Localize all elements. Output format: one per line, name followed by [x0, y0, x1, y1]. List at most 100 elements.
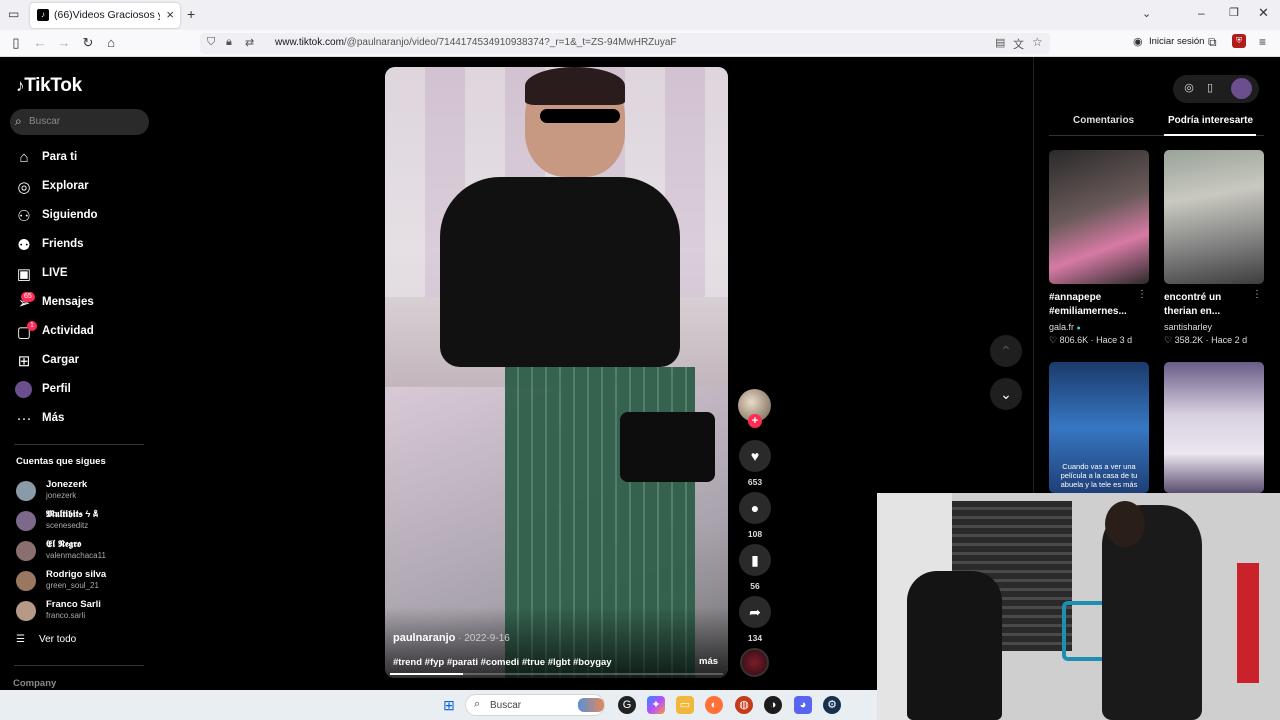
- file-explorer-icon[interactable]: ▭: [676, 696, 694, 714]
- copilot-icon[interactable]: ✦: [647, 696, 665, 714]
- comment-action[interactable]: ● 108: [738, 492, 772, 539]
- sidebar-item-explorar[interactable]: ◎ Explorar: [15, 177, 155, 199]
- following-account-item[interactable]: Franco Sarli franco.sarli: [16, 599, 156, 625]
- card-author[interactable]: gala.fr: [1049, 322, 1074, 332]
- forward-button[interactable]: →: [56, 35, 72, 50]
- like-count: 653: [747, 477, 763, 487]
- like-action[interactable]: ♥ 653: [738, 440, 772, 487]
- sidebar-item-live[interactable]: ▣ LIVE: [15, 264, 155, 286]
- profile-icon: [15, 381, 32, 398]
- ublock-extension-icon[interactable]: ⛨: [1232, 34, 1246, 48]
- card-options-icon[interactable]: ⋮: [1252, 289, 1262, 300]
- windows-start-icon[interactable]: ⊞: [440, 696, 458, 714]
- tracking-shield-icon[interactable]: ⛉: [207, 36, 215, 49]
- share-arrow-icon[interactable]: ➦: [739, 596, 771, 628]
- tab-close-icon[interactable]: ×: [166, 7, 174, 22]
- video-progress-bar[interactable]: [390, 673, 723, 675]
- previous-video-chevron-up-icon[interactable]: ⌃: [990, 335, 1022, 367]
- save-action[interactable]: ▮ 56: [738, 544, 772, 591]
- discord-icon[interactable]: ◕: [794, 696, 812, 714]
- lock-icon[interactable]: 🔒︎: [226, 36, 232, 49]
- reader-view-icon[interactable]: ▤: [995, 36, 1005, 49]
- tab-list-icon[interactable]: ▭: [8, 7, 19, 21]
- bookmark-icon[interactable]: ▮: [739, 544, 771, 576]
- see-all-button[interactable]: ☰ Ver todo: [16, 634, 76, 645]
- login-button[interactable]: Iniciar sesión: [1149, 36, 1204, 47]
- mobile-icon[interactable]: ▯: [1202, 81, 1218, 94]
- card-title-line1: encontré un: [1164, 292, 1222, 303]
- address-bar[interactable]: ⛉ 🔒︎ ⇄ www.tiktok.com/@paulnaranjo/video…: [200, 33, 1050, 54]
- new-tab-button[interactable]: +: [187, 6, 195, 22]
- account-handle: franco.sarli: [46, 611, 86, 620]
- window-close-button[interactable]: ✕: [1258, 5, 1269, 21]
- card-author[interactable]: santisharley: [1164, 322, 1264, 332]
- window-restore-button[interactable]: ❐: [1229, 6, 1239, 19]
- sidebar-item-mensajes[interactable]: ➢ 65 Mensajes: [15, 292, 155, 315]
- reload-button[interactable]: ↻: [80, 35, 96, 51]
- url-path: /@paulnaranjo/video/7144174534910938374?…: [343, 37, 677, 48]
- tiktok-logo[interactable]: ♪TikTok: [16, 75, 82, 97]
- video-author-name[interactable]: paulnaranjo: [393, 632, 455, 644]
- browser-nav-bar: ▯ ← → ↻ ⌂ ⛉ 🔒︎ ⇄ www.tiktok.com/@paulnar…: [0, 30, 1280, 57]
- recommended-video-card[interactable]: [1164, 362, 1264, 493]
- card-options-icon[interactable]: ⋮: [1137, 289, 1147, 300]
- next-video-chevron-down-icon[interactable]: ⌄: [990, 378, 1022, 410]
- tab-comentarios[interactable]: Comentarios: [1073, 115, 1134, 126]
- following-account-item[interactable]: Jonezerk jonezerk: [16, 479, 156, 505]
- following-account-item[interactable]: Rodrigo silva green_soul_21: [16, 569, 156, 595]
- music-disc-icon[interactable]: [740, 648, 769, 677]
- firefox-icon[interactable]: ◐: [705, 696, 723, 714]
- translate-icon[interactable]: 文: [1013, 36, 1024, 52]
- window-minimize-button[interactable]: –: [1198, 6, 1205, 20]
- bookmark-star-icon[interactable]: ☆: [1032, 35, 1043, 49]
- share-action[interactable]: ➦ 134: [738, 596, 772, 643]
- heart-icon[interactable]: ♥: [739, 440, 771, 472]
- follow-plus-button[interactable]: +: [748, 414, 762, 428]
- back-button[interactable]: ←: [32, 35, 48, 50]
- tab-overflow-chevron-icon[interactable]: ⌄: [1142, 7, 1151, 20]
- app-g-icon[interactable]: G: [618, 696, 636, 714]
- compass-icon: ◎: [17, 179, 31, 196]
- video-thumbnail[interactable]: [1164, 150, 1264, 284]
- home-button[interactable]: ⌂: [103, 35, 119, 50]
- extensions-icon[interactable]: ⧉: [1208, 35, 1217, 50]
- steam-icon[interactable]: ⚙: [823, 696, 841, 714]
- taskbar-search[interactable]: ⌕ Buscar: [465, 694, 605, 716]
- recommended-video-card[interactable]: Cuando vas a ver una película a la casa …: [1049, 362, 1149, 493]
- recommended-video-card[interactable]: encontré un therian en... santisharley ♡…: [1164, 150, 1264, 346]
- video-thumbnail[interactable]: Cuando vas a ver una película a la casa …: [1049, 362, 1149, 493]
- compass-tool-icon[interactable]: ◎: [1181, 81, 1197, 94]
- following-account-item[interactable]: 𝕰𝖑 𝕹𝖊𝖌𝖗𝖔 valenmachaca11: [16, 539, 156, 565]
- video-hashtags[interactable]: #trend #fyp #parati #comedi #true #lgbt …: [393, 657, 683, 668]
- video-thumbnail[interactable]: [1049, 150, 1149, 284]
- company-link[interactable]: Company: [13, 678, 56, 689]
- following-account-item[interactable]: 𝕸𝖚𝖑𝖙𝖎𝖇𝖎𝖙𝖘 ϟ ☠ sceneseditz: [16, 509, 156, 535]
- menu-hamburger-icon[interactable]: ≡: [1259, 35, 1266, 49]
- video-player[interactable]: [385, 67, 728, 678]
- video-thumbnail[interactable]: [1164, 362, 1264, 493]
- sidebar-toggle-icon[interactable]: ▯: [8, 35, 24, 51]
- sidebar-item-siguiendo[interactable]: ⚇ Siguiendo: [15, 206, 155, 228]
- permissions-icon[interactable]: ⇄: [245, 36, 254, 49]
- search-placeholder: Buscar: [29, 116, 61, 127]
- sidebar-item-friends[interactable]: ⚉ Friends: [15, 235, 155, 257]
- video-progress-fill: [390, 673, 464, 675]
- browser-tab-active[interactable]: ♪ (66)Videos Graciosos y Memes ×: [30, 3, 180, 28]
- cam-blue-stand: [1062, 601, 1107, 661]
- app-dark-icon[interactable]: ◑: [764, 696, 782, 714]
- sidebar-item-perfil[interactable]: Perfil: [15, 380, 155, 402]
- sidebar-item-para-ti[interactable]: ⌂ Para ti: [15, 148, 155, 170]
- tab-podria-interesarte[interactable]: Podría interesarte: [1168, 115, 1253, 126]
- sidebar-item-mas[interactable]: ··· Más: [15, 409, 155, 431]
- app-orange-icon[interactable]: ◍: [735, 696, 753, 714]
- search-input[interactable]: ⌕ Buscar: [10, 109, 149, 135]
- video-caption-more[interactable]: más: [699, 656, 718, 667]
- recommended-video-card[interactable]: #annapepe #emiliamernes... gala.fr ● ♡ 8…: [1049, 150, 1149, 346]
- sidebar-item-actividad[interactable]: ▢ 1 Actividad: [15, 321, 155, 344]
- video-author[interactable]: paulnaranjo · 2022-9-16: [393, 632, 510, 644]
- thumbnail-caption: Cuando vas a ver una película a la casa …: [1060, 462, 1138, 489]
- sidebar-item-cargar[interactable]: ⊞ Cargar: [15, 351, 155, 373]
- avatar: [16, 481, 36, 501]
- user-avatar[interactable]: [1231, 78, 1252, 99]
- comment-icon[interactable]: ●: [739, 492, 771, 524]
